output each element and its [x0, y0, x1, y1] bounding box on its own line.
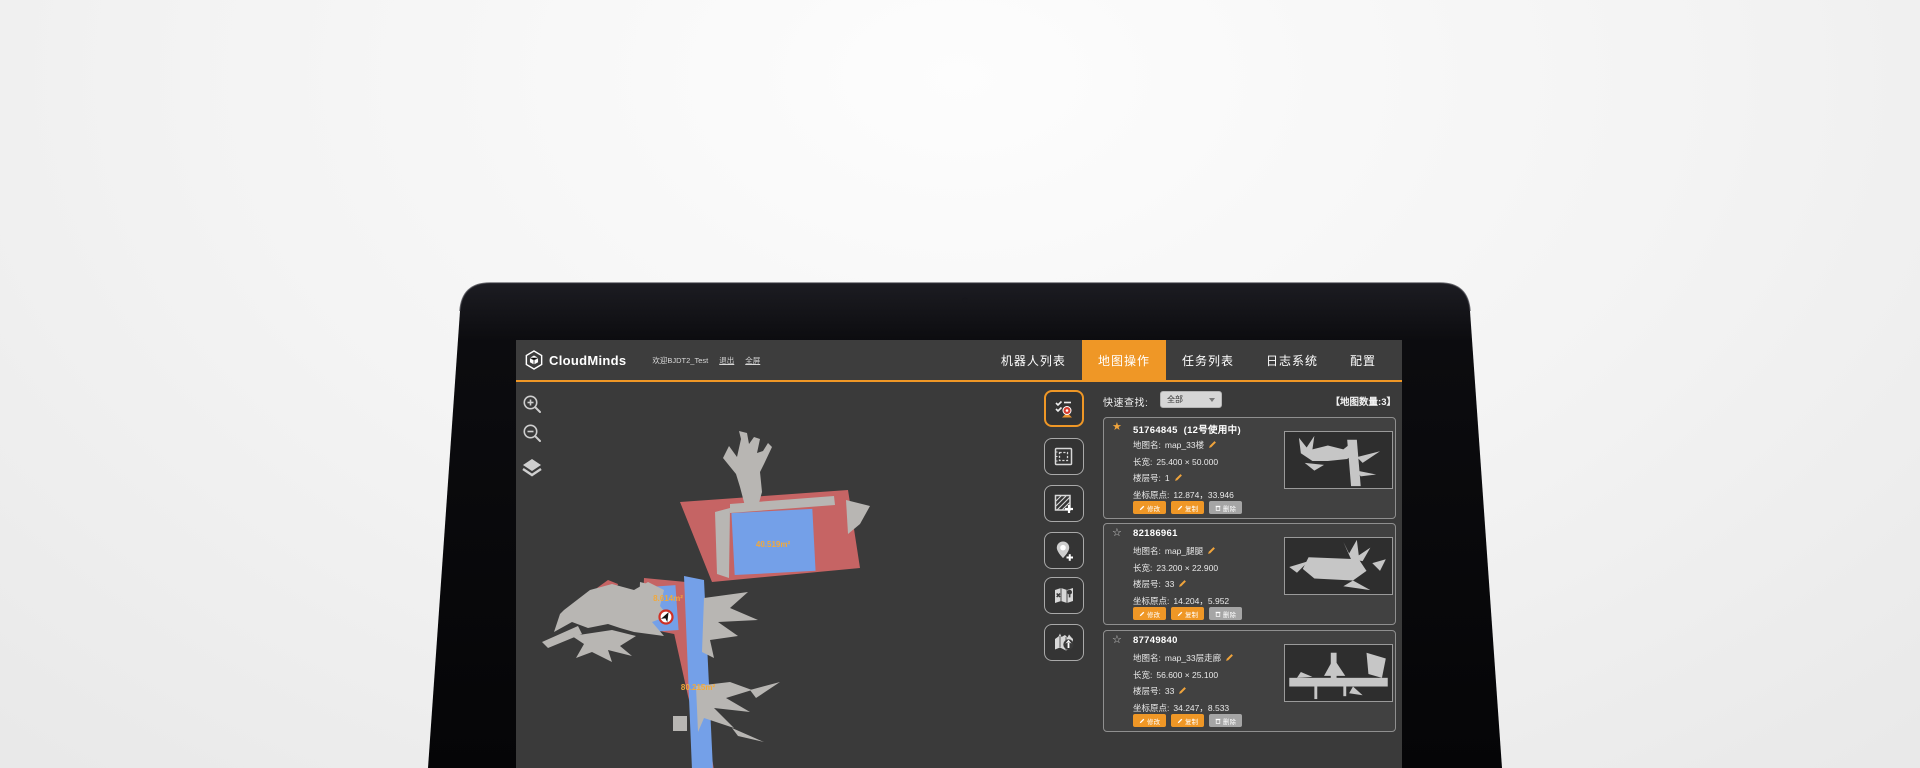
map-name-value: map_33楼 — [1165, 439, 1204, 451]
map-filter-select[interactable]: 全部 — [1160, 391, 1222, 408]
map-id: 82186961 — [1133, 528, 1178, 539]
fullscreen-link[interactable]: 全屏 — [745, 355, 760, 366]
field-label: 坐标原点: — [1133, 702, 1169, 714]
field-label: 地图名: — [1133, 545, 1161, 557]
area-label-corridor: 80.215m² — [681, 683, 716, 692]
map-size-value: 25.400 × 50.000 — [1156, 457, 1218, 467]
map-scan-blobs — [542, 431, 870, 742]
map-thumbnail — [1284, 431, 1393, 489]
field-label: 地图名: — [1133, 439, 1161, 451]
map-canvas[interactable]: 40.519m² 8.614m² 80.215m² — [516, 384, 1036, 768]
edit-map-button[interactable]: 修改 — [1133, 501, 1166, 514]
cloudminds-hexagon-icon — [525, 350, 543, 370]
add-point-button[interactable] — [1044, 532, 1084, 569]
map-upload-button[interactable] — [1044, 624, 1084, 661]
origin-value: 14.204，5.952 — [1173, 595, 1229, 607]
copy-map-button[interactable]: 复制 — [1171, 714, 1204, 727]
task-checklist-icon — [1052, 397, 1076, 421]
edit-pencil-icon[interactable] — [1208, 440, 1217, 451]
delete-map-button[interactable]: 删除 — [1209, 501, 1242, 514]
map-id: 87749840 — [1133, 635, 1178, 646]
nav-item-task-list[interactable]: 任务列表 — [1166, 340, 1250, 381]
map-controls — [520, 392, 544, 480]
field-label: 坐标原点: — [1133, 595, 1169, 607]
chevron-down-icon — [1209, 398, 1215, 402]
map-marker-button[interactable] — [1044, 577, 1084, 614]
robot-position-marker[interactable] — [660, 610, 673, 623]
add-point-icon — [1052, 539, 1076, 563]
map-name-value: map_33层走廊 — [1165, 652, 1221, 664]
map-filter-value: 全部 — [1167, 394, 1183, 405]
map-card[interactable]: ★ 51764845 (12号使用中) 地图名: map_33楼 长宽: 25.40… — [1103, 417, 1396, 519]
add-region-icon — [1052, 492, 1076, 516]
map-card[interactable]: ☆ 87749840 地图名: map_33层走廊 长宽: 56.600 × 25.… — [1103, 630, 1396, 732]
area-label-small: 8.614m² — [653, 594, 683, 603]
measure-frame-icon — [1052, 445, 1076, 469]
favorite-star-icon[interactable]: ☆ — [1112, 635, 1122, 646]
welcome-text: 欢迎BJDT2_Test — [652, 355, 708, 366]
floor-value: 33 — [1165, 579, 1174, 589]
app-window: CloudMinds 欢迎BJDT2_Test 退出 全屏 机器人列表 地图操作… — [516, 340, 1402, 768]
map-status: (12号使用中) — [1184, 425, 1241, 436]
zoom-out-icon[interactable] — [520, 421, 544, 445]
field-label: 地图名: — [1133, 652, 1161, 664]
edit-map-button[interactable]: 修改 — [1133, 714, 1166, 727]
origin-value: 34.247，8.533 — [1173, 702, 1229, 714]
edit-pencil-icon[interactable] — [1174, 473, 1183, 484]
field-label: 长宽: — [1133, 669, 1152, 681]
delete-map-button[interactable]: 删除 — [1209, 607, 1242, 620]
map-marker-icon — [1052, 584, 1076, 608]
floor-value: 33 — [1165, 686, 1174, 696]
nav-item-map-operations[interactable]: 地图操作 — [1082, 340, 1166, 381]
map-card[interactable]: ☆ 82186961 地图名: map_腿腿 长宽: 23.200 × 22.900… — [1103, 523, 1396, 625]
favorite-star-icon[interactable]: ★ — [1112, 422, 1122, 433]
map-thumbnail — [1284, 644, 1393, 702]
floor-value: 1 — [1165, 473, 1170, 483]
map-upload-icon — [1052, 631, 1076, 655]
map-size-value: 56.600 × 25.100 — [1156, 670, 1218, 680]
add-region-button[interactable] — [1044, 485, 1084, 522]
edit-pencil-icon[interactable] — [1178, 686, 1187, 697]
delete-map-button[interactable]: 删除 — [1209, 714, 1242, 727]
logout-link[interactable]: 退出 — [719, 355, 734, 366]
nav-item-config[interactable]: 配置 — [1334, 340, 1392, 381]
map-name-value: map_腿腿 — [1165, 545, 1203, 557]
brand-logo[interactable]: CloudMinds — [525, 350, 626, 370]
field-label: 坐标原点: — [1133, 489, 1169, 501]
field-label: 长宽: — [1133, 456, 1152, 468]
edit-map-button[interactable]: 修改 — [1133, 607, 1166, 620]
nav-item-log-system[interactable]: 日志系统 — [1250, 340, 1334, 381]
map-operations-page: 40.519m² 8.614m² 80.215m² — [516, 384, 1402, 768]
edit-pencil-icon[interactable] — [1207, 546, 1216, 557]
area-label-large: 40.519m² — [756, 540, 791, 549]
map-thumbnail — [1284, 537, 1393, 595]
field-label: 楼层号: — [1133, 685, 1161, 697]
webcam-icon — [963, 298, 968, 303]
top-navbar: CloudMinds 欢迎BJDT2_Test 退出 全屏 机器人列表 地图操作… — [516, 340, 1402, 382]
map-size-value: 23.200 × 22.900 — [1156, 563, 1218, 573]
field-label: 长宽: — [1133, 562, 1152, 574]
map-id: 51764845 — [1133, 425, 1178, 436]
field-label: 楼层号: — [1133, 578, 1161, 590]
measure-frame-button[interactable] — [1044, 438, 1084, 475]
edit-pencil-icon[interactable] — [1225, 653, 1234, 664]
layers-icon[interactable] — [520, 456, 544, 480]
task-checklist-button[interactable] — [1044, 390, 1084, 427]
zoom-in-icon[interactable] — [520, 392, 544, 416]
main-nav: 机器人列表 地图操作 任务列表 日志系统 配置 — [985, 340, 1392, 381]
copy-map-button[interactable]: 复制 — [1171, 607, 1204, 620]
favorite-star-icon[interactable]: ☆ — [1112, 528, 1122, 539]
brand-name: CloudMinds — [549, 353, 626, 368]
field-label: 楼层号: — [1133, 472, 1161, 484]
origin-value: 12.874，33.946 — [1173, 489, 1234, 501]
edit-pencil-icon[interactable] — [1178, 579, 1187, 590]
copy-map-button[interactable]: 复制 — [1171, 501, 1204, 514]
nav-item-robot-list[interactable]: 机器人列表 — [985, 340, 1082, 381]
quick-find-label: 快速查找: — [1103, 394, 1148, 409]
map-count-badge: 【地图数量:3】 — [1331, 394, 1396, 408]
